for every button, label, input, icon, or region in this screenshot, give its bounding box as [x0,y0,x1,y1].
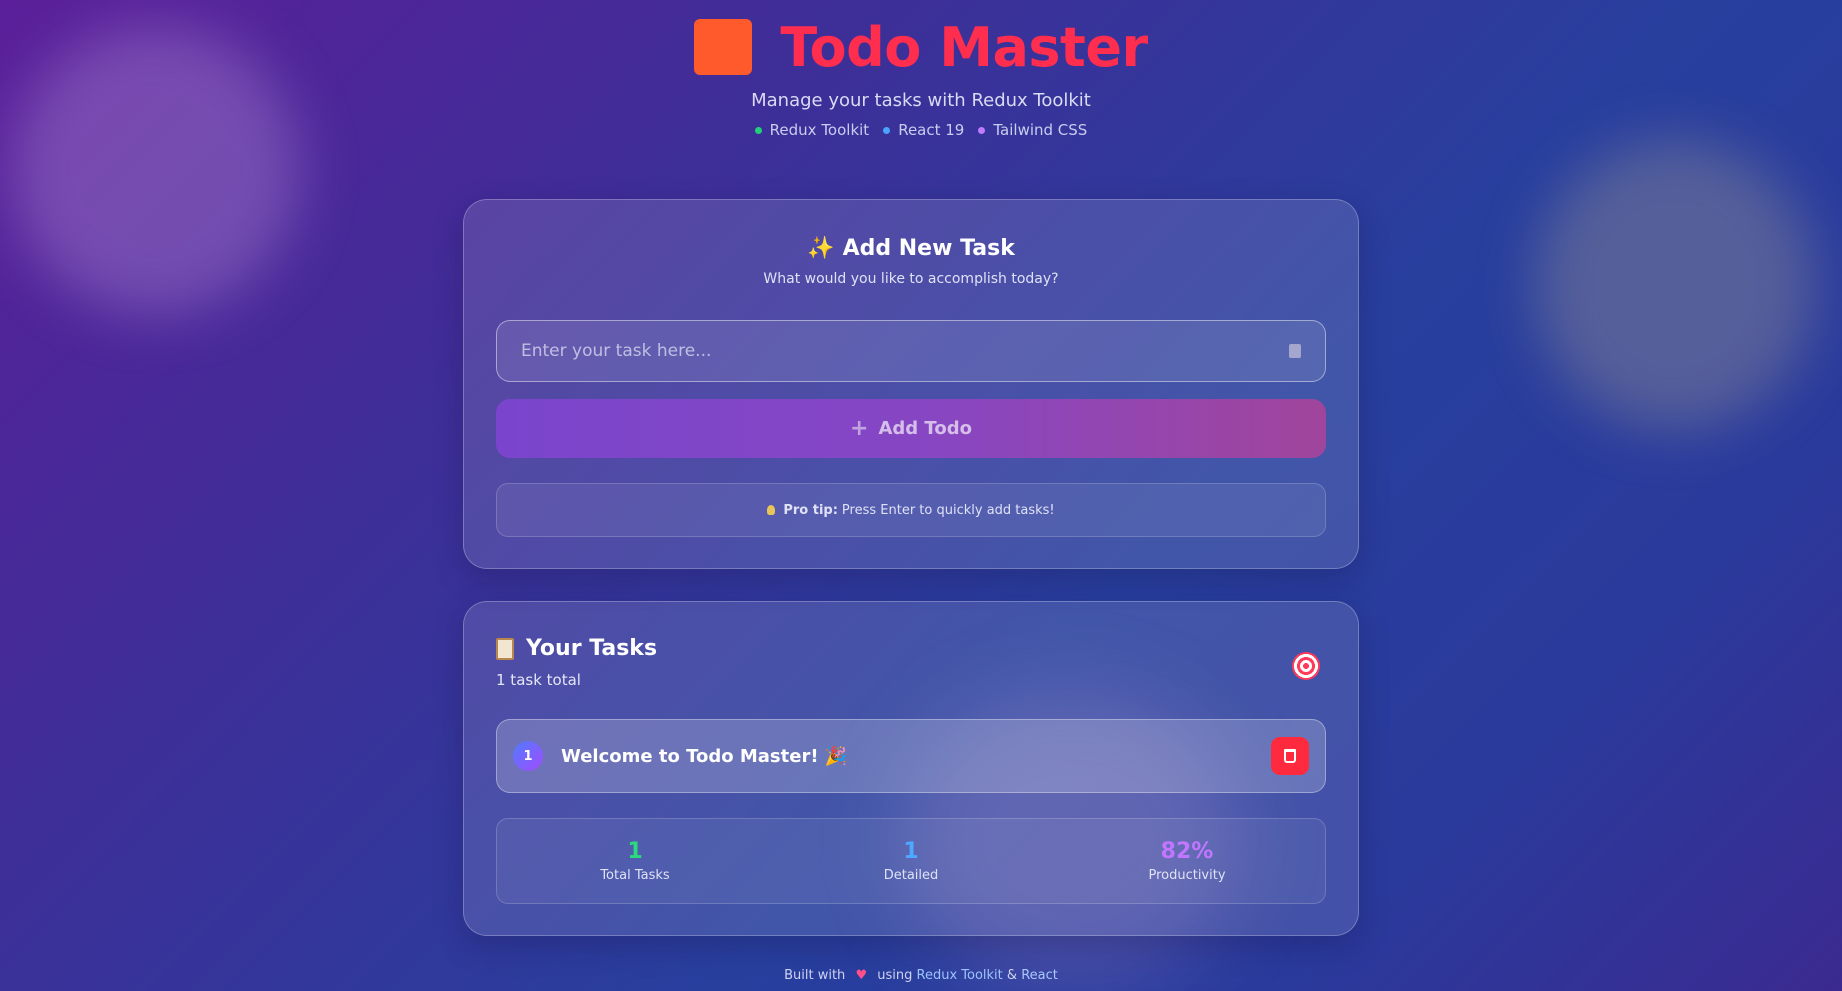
add-task-title: ✨ Add New Task [464,236,1358,261]
trash-icon [1284,749,1296,763]
tasks-title-text: Your Tasks [526,636,658,661]
stat-productivity: 82% Productivity [1087,839,1287,883]
lightbulb-icon [767,505,776,515]
tech-item-redux: Redux Toolkit [754,121,870,139]
tip-label: Pro tip: [783,502,838,518]
sparkles-icon: ✨ [807,236,835,261]
status-dot-icon [754,126,762,134]
task-input[interactable] [521,341,1289,361]
app-title: Todo Master [780,15,1148,79]
footer-link-react[interactable]: React [1021,968,1058,983]
stat-label: Detailed [883,868,939,883]
plus-icon: + [850,416,869,441]
clipboard-icon [496,637,514,660]
add-task-card: ✨ Add New Task What would you like to acc… [463,199,1359,569]
stat-detailed: 1 Detailed [811,839,1011,883]
tech-item-tailwind: Tailwind CSS [978,121,1087,139]
tasks-card: Your Tasks 1 task total 1 Welcome to Tod… [463,601,1359,936]
footer: Built with ♥ using Redux Toolkit & React [0,968,1842,983]
heart-icon: ♥ [855,968,868,983]
stat-label: Productivity [1148,868,1226,883]
title-row: Todo Master [0,15,1842,79]
tasks-header: Your Tasks 1 task total [496,636,657,689]
footer-amp: & [1006,968,1018,983]
app-header: Todo Master Manage your tasks with Redux… [0,0,1842,139]
tech-label: React 19 [898,121,965,139]
tasks-count: 1 task total [496,671,581,689]
tasks-title: Your Tasks [496,636,657,661]
add-todo-label: Add Todo [878,418,972,439]
status-dot-icon [978,126,986,134]
footer-prefix: Built with [784,968,846,983]
task-input-container [496,320,1326,382]
footer-link-redux[interactable]: Redux Toolkit [917,968,1003,983]
stats-panel: 1 Total Tasks 1 Detailed 82% Productivit… [496,818,1326,904]
footer-middle: using [877,968,913,983]
task-text: Welcome to Todo Master! 🎉 [561,745,848,767]
task-number-badge: 1 [513,741,543,771]
status-dot-icon [883,126,891,134]
tech-stack: Redux Toolkit React 19 Tailwind CSS [0,121,1842,139]
memo-icon [1289,344,1301,358]
add-todo-button[interactable]: + Add Todo [496,399,1326,458]
background-blob [1535,140,1815,430]
tip-text: Press Enter to quickly add tasks! [841,502,1055,518]
pro-tip: Pro tip: Press Enter to quickly add task… [496,483,1326,537]
tech-label: Redux Toolkit [769,121,870,139]
logo-icon [694,19,753,75]
add-task-header: ✨ Add New Task What would you like to acc… [464,236,1358,287]
app-subtitle: Manage your tasks with Redux Toolkit [751,90,1091,111]
tech-item-react: React 19 [883,121,964,139]
stat-value: 1 [627,839,643,864]
target-icon [1292,652,1320,680]
tech-label: Tailwind CSS [993,121,1088,139]
stat-total-tasks: 1 Total Tasks [535,839,735,883]
stat-value: 82% [1160,839,1214,864]
stat-value: 1 [903,839,919,864]
task-item[interactable]: 1 Welcome to Todo Master! 🎉 [496,719,1326,793]
add-task-title-text: Add New Task [842,236,1015,261]
add-task-subtitle: What would you like to accomplish today? [763,271,1059,287]
stat-label: Total Tasks [600,868,670,883]
delete-task-button[interactable] [1271,737,1309,775]
